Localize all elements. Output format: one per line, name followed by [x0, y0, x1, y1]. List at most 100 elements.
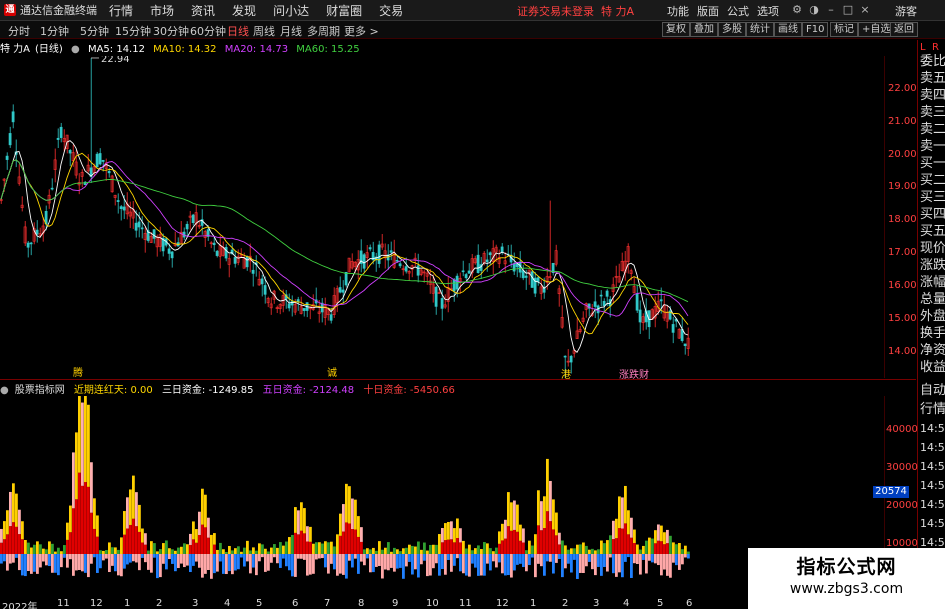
- indicator-name[interactable]: 股票指标网: [15, 385, 65, 396]
- period-daily[interactable]: 日线: [227, 23, 249, 39]
- menu-item-trade[interactable]: 交易: [379, 2, 403, 19]
- overlay-button[interactable]: 叠加: [690, 22, 718, 37]
- menu-options[interactable]: 选项: [757, 3, 779, 19]
- indicator-bar: [615, 538, 618, 554]
- candle-body: [245, 256, 249, 268]
- indicator-bar: [81, 485, 84, 554]
- tick-list-item: 14:56: [920, 517, 945, 530]
- indicator-bar: [339, 513, 342, 536]
- guest-login[interactable]: 游客: [895, 3, 917, 19]
- indicator-dot-icon[interactable]: ●: [0, 385, 9, 396]
- indicator-bar-neg: [570, 554, 573, 573]
- menu-item-news[interactable]: 资讯: [191, 2, 215, 19]
- indicator-bar-neg: [576, 554, 579, 579]
- indicator-bar: [0, 542, 3, 554]
- panel-toggle-right[interactable]: R: [932, 42, 939, 53]
- menu-item-quotes[interactable]: 行情: [109, 2, 133, 19]
- menu-formula[interactable]: 公式: [727, 3, 749, 19]
- indicator-bar-neg: [567, 554, 570, 564]
- indicator-bar: [318, 542, 321, 554]
- candle-body: [338, 287, 342, 293]
- indicator-bar: [477, 545, 480, 554]
- price-info-line: 特 力A (日线) ● MA5: 14.12 MA10: 14.32 MA20: …: [0, 40, 915, 56]
- settings-icon[interactable]: ⚙: [791, 4, 803, 16]
- candle-body: [476, 254, 480, 274]
- menu-function[interactable]: 功能: [667, 3, 689, 19]
- indicator-bar: [594, 550, 597, 554]
- indicator-bar: [516, 531, 519, 554]
- indicator-bar-neg: [672, 554, 675, 563]
- price-candlestick-chart[interactable]: 22.9412.27: [0, 56, 885, 378]
- indicator-bar-neg: [87, 554, 90, 578]
- close-icon[interactable]: ×: [859, 4, 871, 16]
- period-30min[interactable]: 30分钟: [153, 23, 189, 39]
- indicator-bar: [348, 486, 351, 524]
- login-status[interactable]: 证券交易未登录 特 力A: [517, 3, 634, 19]
- candle-body: [26, 242, 30, 248]
- mark-button[interactable]: 标记: [830, 22, 858, 37]
- indicator-bar: [630, 537, 633, 554]
- period-60min[interactable]: 60分钟: [190, 23, 226, 39]
- event-marker[interactable]: 腾: [72, 364, 84, 379]
- menu-layout[interactable]: 版面: [697, 3, 719, 19]
- menu-item-market[interactable]: 市场: [150, 2, 174, 19]
- menu-item-ask[interactable]: 问小达: [273, 2, 309, 19]
- indicator-bar: [300, 502, 303, 531]
- indicator-bar: [87, 486, 90, 554]
- indicator-bar: [570, 548, 573, 554]
- panel-toggle-left[interactable]: L: [920, 42, 926, 53]
- settings-dot-icon[interactable]: ●: [71, 44, 80, 55]
- menu-bar: 通 通达信金融终端 行情 市场 资讯 发现 问小达 财富圈 交易 证券交易未登录…: [0, 0, 945, 21]
- draw-line-button[interactable]: 画线: [774, 22, 802, 37]
- indicator-bar: [633, 529, 636, 543]
- indicator-bar: [534, 534, 537, 554]
- indicator-bar: [384, 547, 387, 554]
- minimize-icon[interactable]: –: [825, 4, 837, 16]
- price-tick-label: 22.00: [888, 82, 917, 94]
- indicator-bar-neg: [246, 554, 249, 562]
- add-favorite-button[interactable]: +自选: [858, 22, 895, 37]
- indicator-bar: [339, 535, 342, 554]
- maximize-icon[interactable]: □: [842, 4, 854, 16]
- indicator-bar-neg: [441, 554, 444, 569]
- multi-stock-button[interactable]: 多股: [718, 22, 746, 37]
- menu-item-wealth[interactable]: 财富圈: [326, 2, 362, 19]
- indicator-bar: [504, 519, 507, 539]
- indicator-bar-neg: [30, 554, 33, 574]
- indicator-bar: [69, 532, 72, 554]
- indicator-bar: [93, 528, 96, 554]
- date-tick-label: 7: [324, 598, 331, 609]
- indicator-bar-neg: [381, 554, 384, 579]
- indicator-bar: [327, 542, 330, 554]
- back-button[interactable]: 返回: [890, 22, 918, 37]
- indicator-bar-neg: [378, 554, 381, 567]
- period-weekly[interactable]: 周线: [253, 23, 275, 39]
- date-tick-label: 6: [686, 598, 693, 609]
- period-more[interactable]: 更多 >: [344, 23, 379, 39]
- indicator-bar: [429, 544, 432, 554]
- date-tick-label: 6: [292, 598, 299, 609]
- candle-body: [95, 153, 99, 168]
- indicator-bar-neg: [675, 554, 678, 566]
- indicator-bar-neg: [60, 554, 63, 568]
- candle-body: [485, 259, 489, 263]
- adjust-button[interactable]: 复权: [662, 22, 690, 37]
- event-marker[interactable]: 诚: [326, 364, 338, 379]
- period-15min[interactable]: 15分钟: [115, 23, 151, 39]
- period-5min[interactable]: 5分钟: [80, 23, 109, 39]
- candle-body: [593, 301, 597, 307]
- indicator-bar: [585, 545, 588, 554]
- indicator-bar-neg: [99, 554, 102, 569]
- f10-button[interactable]: F10: [802, 22, 829, 37]
- indicator-bar: [393, 547, 396, 554]
- period-tick[interactable]: 分时: [8, 23, 30, 39]
- period-multi[interactable]: 多周期: [307, 23, 340, 39]
- period-monthly[interactable]: 月线: [280, 23, 302, 39]
- period-1min[interactable]: 1分钟: [40, 23, 69, 39]
- skin-icon[interactable]: ◑: [808, 4, 820, 16]
- indicator-bar: [624, 485, 627, 524]
- indicator-bar-neg: [48, 554, 51, 567]
- indicator-bar: [465, 548, 468, 554]
- menu-item-discover[interactable]: 发现: [232, 2, 256, 19]
- stats-button[interactable]: 统计: [746, 22, 774, 37]
